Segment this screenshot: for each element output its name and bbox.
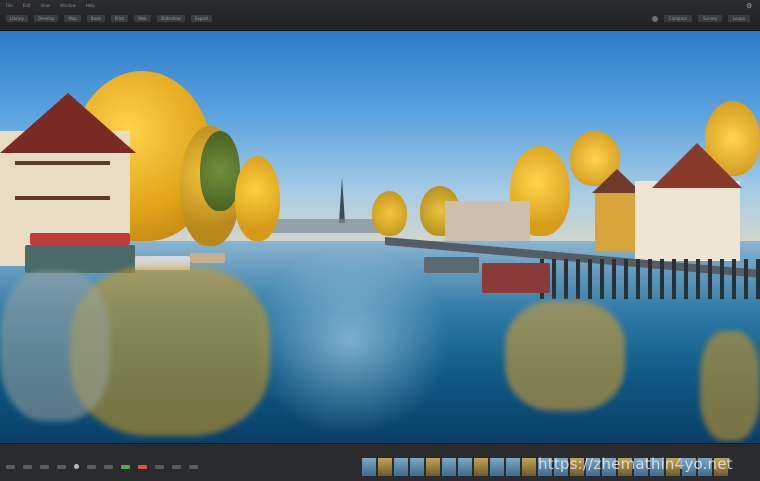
filmstrip-thumbnail[interactable] (458, 458, 472, 476)
tree-left-small (235, 156, 280, 241)
house-roof-left (0, 93, 136, 153)
menu-bar: File Edit View Window Help (6, 3, 95, 8)
filmstrip-thumbnail[interactable] (378, 458, 392, 476)
boat-red-awning (30, 233, 130, 245)
tab-export[interactable]: Export (190, 15, 213, 22)
green-label-icon[interactable] (121, 464, 130, 469)
tree-right-1 (372, 191, 407, 236)
image-viewport[interactable] (0, 31, 760, 443)
filmstrip-thumbnail[interactable] (506, 458, 520, 476)
tree-reflection-right (505, 301, 625, 411)
house-right-1 (445, 201, 530, 241)
menu-file[interactable]: File (6, 3, 13, 8)
timber-house-right (635, 181, 740, 261)
record-icon[interactable] (651, 15, 658, 22)
tab-book[interactable]: Book (86, 15, 105, 22)
boat-right-small (424, 257, 479, 273)
tab-slideshow[interactable]: Slideshow (156, 15, 185, 22)
tab-print[interactable]: Print (110, 15, 129, 22)
boat-right-tour (482, 263, 550, 293)
timber-beam (15, 196, 110, 200)
tab-library[interactable]: Library (6, 15, 28, 22)
filter-control[interactable] (57, 464, 66, 469)
filmstrip-thumbnail[interactable] (522, 458, 536, 476)
tree-reflection-far-right (700, 331, 760, 441)
menu-help[interactable]: Help (86, 3, 95, 8)
tab-web[interactable]: Web (134, 15, 151, 22)
module-tabs: Library Develop Map Book Print Web Slide… (6, 15, 213, 22)
loupe-button[interactable]: Loupe (727, 15, 750, 22)
filmstrip-bar: https://zhemathin4yo.net (0, 443, 760, 481)
menu-edit[interactable]: Edit (23, 3, 31, 8)
boat-hull-left (25, 245, 135, 273)
filmstrip-thumbnail[interactable] (410, 458, 424, 476)
red-label-icon[interactable] (138, 464, 147, 469)
gear-icon[interactable]: ⚙ (746, 2, 754, 10)
watermark: https://zhemathin4yo.net (538, 455, 733, 473)
filter-controls (6, 464, 198, 469)
filmstrip-thumbnail[interactable] (442, 458, 456, 476)
menu-window[interactable]: Window (60, 3, 76, 8)
filter-control[interactable] (23, 464, 32, 469)
survey-button[interactable]: Survey (697, 15, 722, 22)
house-yellow (595, 191, 640, 251)
filter-control[interactable] (172, 464, 181, 469)
pier-supports (540, 259, 760, 299)
filter-control[interactable] (155, 464, 164, 469)
house-reflection-left (0, 271, 110, 421)
filter-control[interactable] (40, 464, 49, 469)
roof-right-house (652, 143, 742, 188)
tab-map[interactable]: Map (64, 15, 81, 22)
filmstrip-thumbnail[interactable] (490, 458, 504, 476)
compare-button[interactable]: Compare (663, 15, 692, 22)
filter-control[interactable] (87, 464, 96, 469)
flag-icon[interactable] (74, 464, 79, 469)
water-glow (250, 246, 450, 436)
view-tools: Compare Survey Loupe (651, 15, 750, 22)
tree-left-green (200, 131, 240, 211)
filmstrip-thumbnail[interactable] (426, 458, 440, 476)
filmstrip-thumbnail[interactable] (394, 458, 408, 476)
filmstrip-thumbnail[interactable] (474, 458, 488, 476)
filter-control[interactable] (104, 464, 113, 469)
boat-tiny-left (190, 253, 225, 263)
menu-view[interactable]: View (40, 3, 50, 8)
filter-control[interactable] (6, 464, 15, 469)
filter-control[interactable] (189, 464, 198, 469)
filmstrip-thumbnail[interactable] (362, 458, 376, 476)
top-toolbar: File Edit View Window Help Library Devel… (0, 0, 760, 31)
tab-develop[interactable]: Develop (34, 15, 59, 22)
timber-beam (15, 161, 110, 165)
